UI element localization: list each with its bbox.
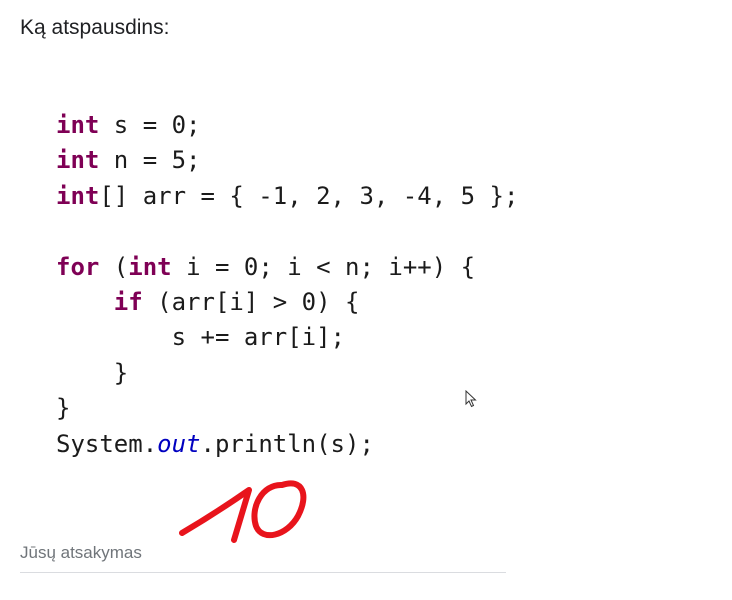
code-line: if (arr[i] > 0) { xyxy=(113,287,360,316)
code-line: int n = 5; xyxy=(56,146,201,175)
code-line: s += arr[i]; xyxy=(56,323,345,352)
question-title: Ką atspausdins: xyxy=(20,16,170,39)
code-block: int s = 0; int n = 5; int[] arr = { -1, 2,… xyxy=(56,108,518,462)
mouse-pointer-icon xyxy=(465,390,477,408)
code-line: } xyxy=(56,358,129,387)
code-line: for (int i = 0; i < n; i++) { xyxy=(56,252,476,281)
handwritten-answer xyxy=(179,480,307,543)
code-line: int s = 0; xyxy=(56,111,201,139)
code-line: System.out.println(s); xyxy=(56,429,374,458)
code-line: } xyxy=(56,394,71,423)
code-line: int[] arr = { -1, 2, 3, -4, 5 }; xyxy=(56,181,519,210)
